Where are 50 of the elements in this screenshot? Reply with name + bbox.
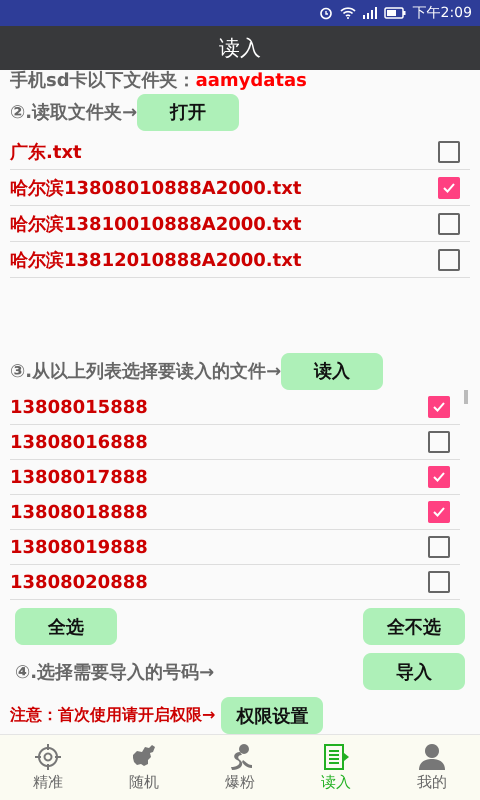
permission-button[interactable]: 权限设置 (221, 697, 324, 734)
step-label: ②.读取文件夹→ (10, 101, 138, 124)
step-label: ③.从以上列表选择要读入的文件→ (10, 360, 282, 383)
folder-label: 手机sd卡以下文件夹： (10, 69, 196, 92)
nav-tab[interactable]: 随机 (96, 735, 192, 800)
phone-number: 13808019888 (10, 536, 148, 558)
phone-number: 13808017888 (10, 466, 148, 488)
checkbox[interactable] (438, 176, 460, 198)
battery-icon (384, 7, 406, 19)
file-name: 哈尔滨13808010888A2000.txt (10, 176, 302, 200)
select-all-button[interactable]: 全选 (15, 608, 117, 645)
checkbox[interactable] (428, 501, 450, 523)
checkmark-icon (432, 506, 446, 518)
folder-name: aamydatas (196, 70, 307, 90)
checkbox[interactable] (428, 571, 450, 593)
file-name: 广东.txt (10, 140, 82, 164)
nav-tab[interactable]: 精准 (0, 735, 96, 800)
phone-number: 13808016888 (10, 432, 148, 452)
alarm-icon (318, 6, 333, 20)
checkbox[interactable] (428, 431, 450, 453)
phone-number: 13808015888 (10, 396, 148, 418)
import-button[interactable]: 导入 (363, 653, 465, 690)
scrollbar[interactable] (464, 390, 468, 404)
status-time: 下午2:09 (412, 4, 472, 22)
checkbox[interactable] (438, 140, 460, 162)
person-icon (418, 743, 446, 771)
checkmark-icon (432, 401, 446, 413)
phone-number: 13808018888 (10, 502, 148, 522)
checkbox[interactable] (438, 212, 460, 234)
checkmark-icon (432, 471, 446, 483)
target-icon (34, 743, 62, 771)
file-name: 哈尔滨13812010888A2000.txt (10, 248, 302, 272)
checkbox[interactable] (428, 396, 450, 418)
open-button[interactable]: 打开 (137, 94, 240, 130)
checkbox[interactable] (438, 248, 460, 270)
nav-tab[interactable]: 我的 (384, 735, 480, 800)
select-none-button[interactable]: 全不选 (363, 608, 465, 645)
step-label: ④.选择需要导入的号码→ (15, 660, 214, 684)
phone-number: 13808020888 (10, 572, 148, 592)
document-arrow-icon (322, 743, 350, 771)
signal-icon (362, 7, 377, 19)
nav-tab[interactable]: 爆粉 (192, 735, 288, 800)
notice-text: 注意：首次使用请开启权限→ (10, 705, 216, 726)
checkmark-icon (442, 182, 456, 194)
wifi-icon (340, 7, 356, 19)
checkbox[interactable] (428, 466, 450, 488)
file-name: 哈尔滨13810010888A2000.txt (10, 212, 302, 236)
read-button[interactable]: 读入 (281, 352, 384, 390)
checkbox[interactable] (428, 536, 450, 558)
window-title: 读入 (219, 35, 261, 62)
